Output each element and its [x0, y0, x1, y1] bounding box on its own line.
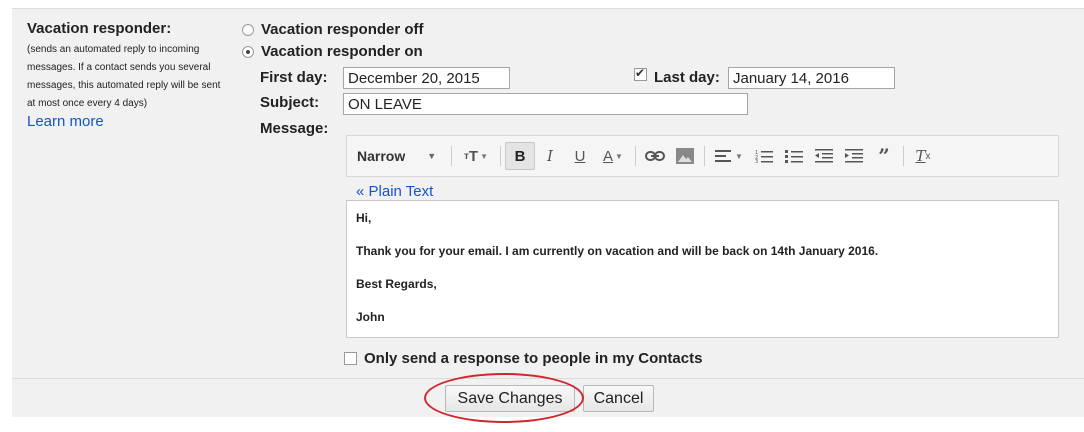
remove-formatting-icon[interactable]: Tx — [908, 142, 938, 170]
message-line: Hi, — [356, 211, 372, 225]
vacation-responder-description: Vacation responder: (sends an automated … — [27, 20, 227, 131]
learn-more-link[interactable]: Learn more — [27, 113, 104, 130]
responder-off-radio[interactable] — [242, 23, 254, 36]
message-line: Thank you for your email. I am currently… — [356, 244, 879, 258]
first-day-label: First day: — [260, 69, 328, 86]
section-description: (sends an automated reply to incoming me… — [27, 44, 221, 109]
align-icon[interactable]: ▼ — [709, 142, 749, 170]
underline-icon[interactable]: U — [565, 142, 595, 170]
message-line: John — [356, 310, 385, 324]
text-color-icon[interactable]: A ▼ — [595, 142, 631, 170]
divider-bottom — [12, 378, 1084, 379]
plain-text-link[interactable]: « Plain Text — [356, 183, 433, 200]
responder-off-option[interactable]: Vacation responder off — [242, 21, 424, 38]
contacts-only-option[interactable]: Only send a response to people in my Con… — [344, 350, 702, 367]
save-changes-button[interactable]: Save Changes — [445, 385, 575, 412]
responder-on-radio[interactable] — [242, 45, 254, 58]
chevron-down-icon: ▼ — [427, 151, 437, 161]
message-label: Message: — [260, 120, 329, 137]
image-icon[interactable] — [670, 142, 700, 170]
contacts-only-label: Only send a response to people in my Con… — [364, 350, 703, 367]
cancel-button[interactable]: Cancel — [583, 385, 654, 412]
quote-icon[interactable]: ” — [869, 142, 899, 170]
link-icon[interactable] — [640, 142, 670, 170]
section-title: Vacation responder: — [27, 20, 172, 37]
font-family-value: Narrow — [357, 148, 406, 164]
toolbar-divider — [635, 146, 636, 166]
message-editor[interactable]: Hi, Thank you for your email. I am curre… — [346, 200, 1059, 338]
indent-less-icon[interactable] — [809, 142, 839, 170]
contacts-only-checkbox[interactable] — [344, 352, 357, 365]
subject-input[interactable] — [343, 93, 748, 115]
responder-on-label: Vacation responder on — [261, 43, 423, 60]
font-family-select[interactable]: Narrow ▼ — [357, 142, 447, 170]
bold-icon[interactable]: B — [505, 142, 535, 170]
last-day-label: Last day: — [654, 69, 720, 86]
toolbar-divider — [451, 146, 452, 166]
divider-top — [12, 8, 1084, 9]
bulleted-list-icon[interactable] — [779, 142, 809, 170]
numbered-list-icon[interactable]: 123 — [749, 142, 779, 170]
toolbar-divider — [500, 146, 501, 166]
subject-label: Subject: — [260, 94, 320, 111]
indent-more-icon[interactable] — [839, 142, 869, 170]
responder-on-option[interactable]: Vacation responder on — [242, 43, 423, 60]
italic-icon[interactable]: I — [535, 142, 565, 170]
editor-toolbar: Narrow ▼ т T ▼ B I U A ▼ ▼ 123 ” Tx — [346, 135, 1059, 177]
toolbar-divider — [704, 146, 705, 166]
message-line: Best Regards, — [356, 277, 437, 291]
font-size-icon[interactable]: т T ▼ — [456, 142, 496, 170]
last-day-input[interactable] — [728, 67, 895, 89]
svg-text:3: 3 — [755, 159, 758, 163]
responder-off-label: Vacation responder off — [261, 21, 424, 38]
last-day-checkbox[interactable] — [634, 66, 647, 81]
first-day-input[interactable] — [343, 67, 510, 89]
toolbar-divider — [903, 146, 904, 166]
